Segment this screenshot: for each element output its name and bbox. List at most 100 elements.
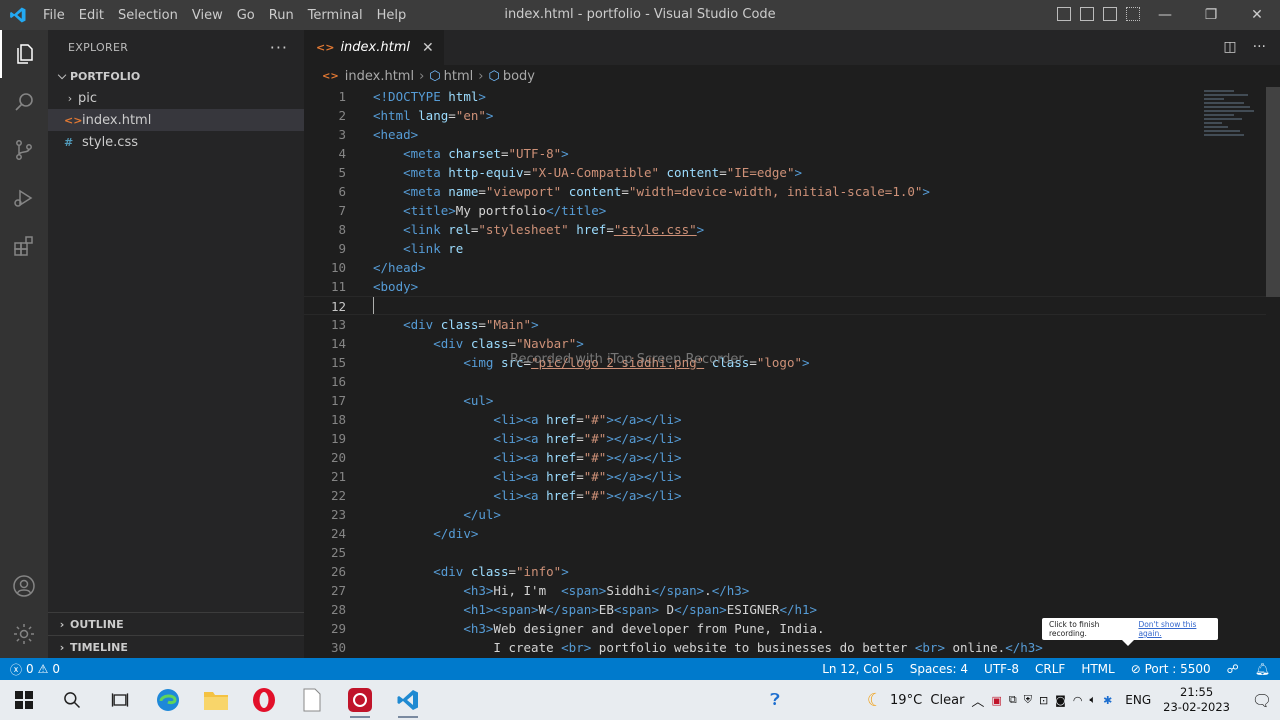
code-line[interactable]: 7 <title>My portfolio</title> <box>304 201 1280 220</box>
tray-overflow-icon[interactable]: ︿ <box>971 691 984 710</box>
notifications-bell-icon[interactable]: 🔔︎ <box>1255 662 1270 676</box>
cursor-position[interactable]: Ln 12, Col 5 <box>822 662 894 676</box>
tray-display-icon[interactable]: ⊡ <box>1039 694 1048 707</box>
code-line[interactable]: 19 <li><a href="#"></a></li> <box>304 429 1280 448</box>
blank-document-icon[interactable] <box>288 680 336 720</box>
tab-index-html[interactable]: <> index.html ✕ <box>304 30 444 65</box>
menu-selection[interactable]: Selection <box>111 8 185 23</box>
code-line[interactable]: 14 <div class="Navbar"> <box>304 334 1280 353</box>
tree-item-style-css[interactable]: # style.css <box>48 131 304 153</box>
menu-run[interactable]: Run <box>262 8 301 23</box>
code-line[interactable]: 27 <h3>Hi, I'm <span>Siddhi</span>.</h3> <box>304 581 1280 600</box>
code-line[interactable]: 13 <div class="Main"> <box>304 315 1280 334</box>
tray-security-icon[interactable]: ⛨ <box>1024 693 1032 707</box>
vscode-taskbar-icon[interactable] <box>384 680 432 720</box>
restore-icon[interactable]: ❐ <box>1188 0 1234 30</box>
code-line[interactable]: 22 <li><a href="#"></a></li> <box>304 486 1280 505</box>
code-line[interactable]: 8 <link rel="stylesheet" href="style.css… <box>304 220 1280 239</box>
accounts-icon[interactable] <box>0 562 48 610</box>
screen-recorder-app-icon[interactable] <box>336 680 384 720</box>
code-editor[interactable]: 1 <!DOCTYPE html> 2 <html lang="en"> 3 <head>… <box>304 87 1280 657</box>
dont-show-again-link[interactable]: Don't show this again. <box>1138 620 1218 638</box>
breadcrumb-item[interactable]: index.html <box>345 69 414 84</box>
tree-item-pic[interactable]: › pic <box>48 87 304 109</box>
input-language[interactable]: ENG <box>1125 693 1151 707</box>
file-explorer-icon[interactable] <box>192 680 240 720</box>
folder-header-portfolio[interactable]: ⌵ PORTFOLIO <box>48 65 304 87</box>
tree-item-index-html[interactable]: <> index.html <box>48 109 304 131</box>
code-line[interactable]: 2 <html lang="en"> <box>304 106 1280 125</box>
source-control-icon[interactable] <box>0 126 48 174</box>
minimize-icon[interactable]: — <box>1142 0 1188 30</box>
encoding[interactable]: UTF-8 <box>984 662 1019 676</box>
search-icon[interactable] <box>0 78 48 126</box>
code-line[interactable]: 21 <li><a href="#"></a></li> <box>304 467 1280 486</box>
indentation[interactable]: Spaces: 4 <box>910 662 968 676</box>
vertical-scrollbar[interactable] <box>1266 87 1280 658</box>
toggle-panel-icon[interactable] <box>1080 7 1094 21</box>
code-line[interactable]: 20 <li><a href="#"></a></li> <box>304 448 1280 467</box>
more-actions-icon[interactable]: ··· <box>270 38 288 57</box>
run-debug-icon[interactable] <box>0 174 48 222</box>
feedback-icon[interactable]: ☍ <box>1227 662 1239 676</box>
split-editor-icon[interactable]: ◫ <box>1223 39 1236 55</box>
end-of-line[interactable]: CRLF <box>1035 662 1065 676</box>
tray-bluetooth-icon[interactable]: ✱ <box>1103 694 1112 707</box>
help-icon[interactable]: ❓︎ <box>770 690 780 710</box>
minimap[interactable] <box>1204 88 1254 158</box>
extensions-icon[interactable] <box>0 222 48 270</box>
code-line[interactable]: 23 </ul> <box>304 505 1280 524</box>
code-line[interactable]: 6 <meta name="viewport" content="width=d… <box>304 182 1280 201</box>
tray-wifi-icon[interactable]: ◠ <box>1073 694 1083 707</box>
opera-browser-icon[interactable] <box>240 680 288 720</box>
code-line[interactable]: 9 <link re <box>304 239 1280 258</box>
code-line[interactable]: 24 </div> <box>304 524 1280 543</box>
windows-start-icon[interactable] <box>0 680 48 720</box>
tray-volume-icon[interactable]: 🔈︎ <box>1089 693 1096 707</box>
code-line[interactable]: 15 <img src="pic/logo 2 siddhi.png" clas… <box>304 353 1280 372</box>
clock[interactable]: 21:55 23-02-2023 <box>1163 685 1230 715</box>
code-line[interactable]: 3 <head> <box>304 125 1280 144</box>
toggle-sidebar-icon[interactable] <box>1057 7 1071 21</box>
breadcrumb-item[interactable]: html <box>444 69 474 84</box>
manage-gear-icon[interactable] <box>0 610 48 658</box>
more-actions-icon[interactable]: ··· <box>1253 39 1266 55</box>
outline-section[interactable]: › OUTLINE <box>48 612 304 635</box>
menu-file[interactable]: File <box>36 8 72 23</box>
edge-browser-icon[interactable] <box>144 680 192 720</box>
scrollbar-thumb[interactable] <box>1266 87 1280 297</box>
close-tab-icon[interactable]: ✕ <box>422 40 434 56</box>
tray-recorder-icon[interactable]: ◙ <box>1055 694 1066 707</box>
taskbar-search-icon[interactable] <box>48 680 96 720</box>
vscode-logo-icon[interactable] <box>0 6 36 24</box>
code-line[interactable]: 5 <meta http-equiv="X-UA-Compatible" con… <box>304 163 1280 182</box>
close-window-icon[interactable]: ✕ <box>1234 0 1280 30</box>
code-line[interactable]: 25 <box>304 543 1280 562</box>
weather-label[interactable]: 19°C Clear <box>890 693 964 708</box>
language-mode[interactable]: HTML <box>1081 662 1114 676</box>
code-line[interactable]: 4 <meta charset="UTF-8"> <box>304 144 1280 163</box>
code-line[interactable]: 1 <!DOCTYPE html> <box>304 87 1280 106</box>
weather-icon[interactable]: ☾ <box>867 690 883 711</box>
toggle-secondary-sidebar-icon[interactable] <box>1103 7 1117 21</box>
customize-layout-icon[interactable] <box>1126 7 1140 21</box>
breadcrumb-item[interactable]: body <box>503 69 535 84</box>
timeline-section[interactable]: › TIMELINE <box>48 635 304 658</box>
notification-center-icon[interactable]: 🗨︎ <box>1244 691 1280 710</box>
code-line[interactable]: 16 <box>304 372 1280 391</box>
code-line[interactable]: 26 <div class="info"> <box>304 562 1280 581</box>
problems-indicator[interactable]: ⓧ 0 ⚠ 0 <box>0 661 60 678</box>
code-line[interactable]: 28 <h1><span>W</span>EB<span> D</span>ES… <box>304 600 1280 619</box>
menu-go[interactable]: Go <box>230 8 262 23</box>
menu-view[interactable]: View <box>185 8 230 23</box>
live-server-port[interactable]: ⊘ Port : 5500 <box>1131 662 1211 676</box>
code-line[interactable]: 17 <ul> <box>304 391 1280 410</box>
code-line[interactable]: 11 <body> <box>304 277 1280 296</box>
tray-app-icon[interactable]: ▣ <box>991 694 1001 707</box>
code-line[interactable]: 12 <box>304 296 1280 315</box>
tray-network-share-icon[interactable]: ⧉ <box>1009 693 1017 707</box>
menu-edit[interactable]: Edit <box>72 8 111 23</box>
code-line[interactable]: 10 </head> <box>304 258 1280 277</box>
explorer-icon[interactable] <box>0 30 48 78</box>
menu-terminal[interactable]: Terminal <box>301 8 370 23</box>
